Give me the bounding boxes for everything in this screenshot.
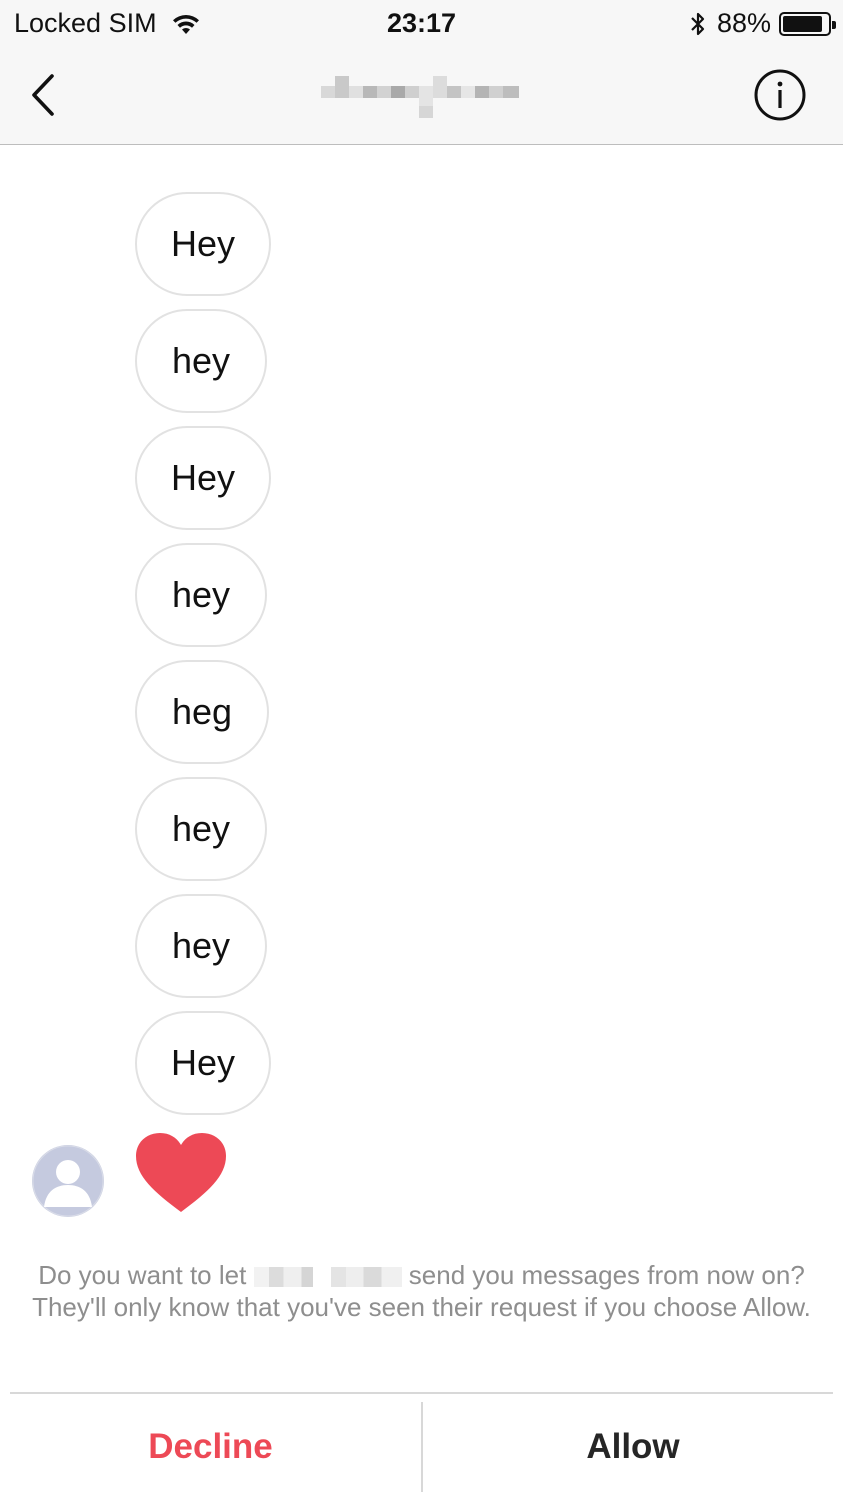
message-bubble[interactable]: hey	[135, 543, 267, 647]
bluetooth-icon	[691, 12, 705, 35]
avatar[interactable]	[32, 1145, 104, 1217]
chevron-left-icon[interactable]	[26, 70, 60, 120]
default-avatar-icon	[32, 1145, 104, 1217]
message-bubble[interactable]: Hey	[135, 1011, 271, 1115]
message-text: Hey	[170, 1042, 236, 1083]
request-text-before: Do you want to let	[38, 1260, 247, 1290]
message-text: hey	[171, 808, 231, 849]
divider	[10, 1392, 833, 1394]
message-request-prompt: Do you want to let send you messages fro…	[10, 1259, 833, 1323]
message-text: hey	[171, 574, 231, 615]
status-right: 88%	[689, 8, 836, 39]
battery-icon	[779, 11, 836, 36]
message-bubble[interactable]: hey	[135, 894, 267, 998]
battery-tip	[832, 20, 836, 29]
message-bubble[interactable]: Hey	[135, 426, 271, 530]
status-bar: Locked SIM 23:17 88%	[0, 0, 843, 48]
nav-bar	[0, 48, 843, 145]
battery-percent: 88%	[716, 8, 771, 38]
info-circle-icon[interactable]	[753, 68, 807, 122]
battery-level	[783, 15, 822, 32]
message-text: Hey	[170, 457, 236, 498]
redacted-username	[253, 1267, 402, 1288]
message-text: hey	[171, 340, 231, 381]
heart-icon	[136, 1133, 226, 1212]
message-bubble[interactable]: Hey	[135, 192, 271, 296]
message-text: hey	[171, 925, 231, 966]
message-bubble[interactable]: heg	[135, 660, 269, 764]
message-text: Hey	[170, 223, 236, 264]
allow-button[interactable]: Allow	[423, 1402, 843, 1492]
conversation-title-redacted	[321, 76, 519, 118]
message-bubble[interactable]: hey	[135, 309, 267, 413]
message-bubble[interactable]: hey	[135, 777, 267, 881]
message-text: heg	[171, 691, 233, 732]
decline-button[interactable]: Decline	[0, 1402, 421, 1492]
